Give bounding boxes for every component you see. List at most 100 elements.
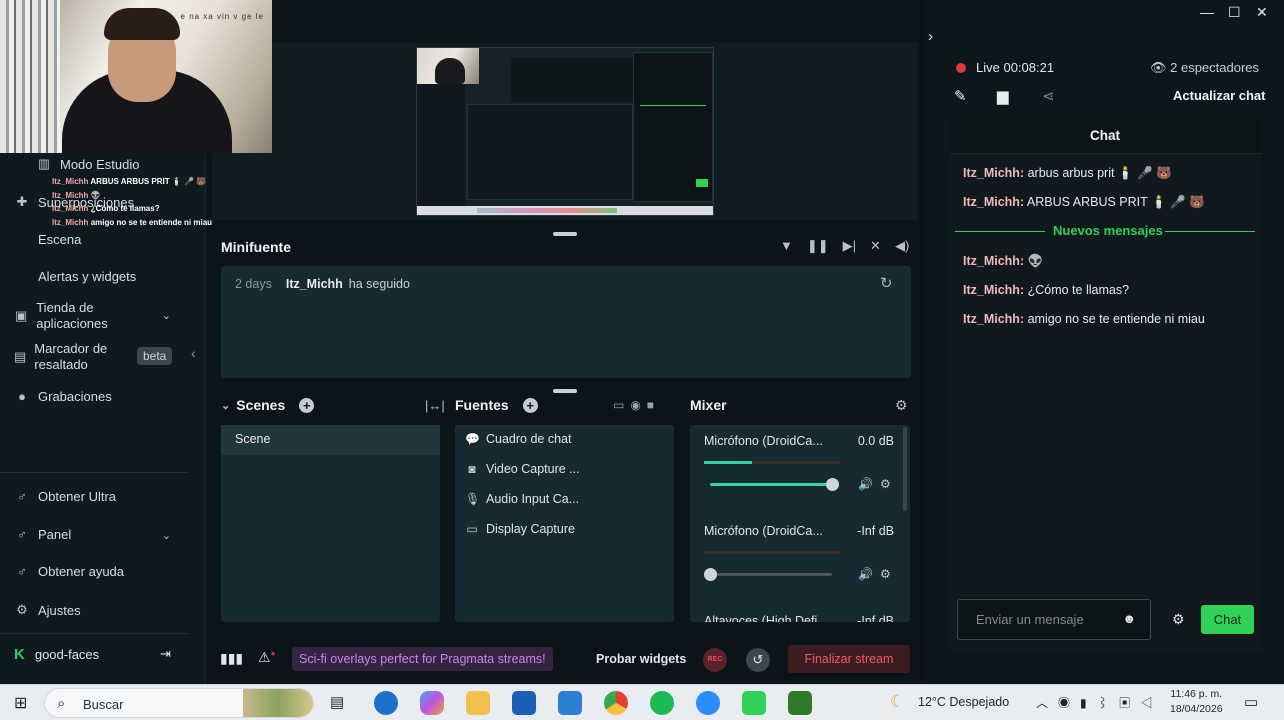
sidebar-item-get-ultra[interactable]: ♂ Obtener Ultra (14, 489, 116, 504)
sidebar-item-app-store[interactable]: ▣ Tienda de aplicaciones (14, 300, 154, 332)
store-icon[interactable] (512, 691, 536, 715)
kick-studio-icon[interactable] (742, 691, 766, 715)
scenes-header: ⌄ Scenes + (221, 397, 315, 413)
source-tools-icons[interactable]: ▭◉■ (613, 398, 660, 412)
weather-text[interactable]: 12°C Despejado (918, 695, 1009, 709)
sidebar-item-recordings[interactable]: ● Grabaciones (14, 389, 112, 404)
mixer-scrollbar[interactable] (903, 427, 907, 511)
overlay-chat-line: Itz_Michh 👽 (52, 190, 101, 200)
task-view-icon[interactable]: ▤ (330, 693, 344, 711)
activity-event[interactable]: 2 days Itz_Michh ha seguido (235, 277, 410, 291)
volume-icon[interactable]: ◀) (895, 238, 909, 254)
system-tray-icons[interactable]: ︿◉▮⌇▣◁ (1036, 694, 1163, 711)
gear-icon[interactable]: ⚙ (1172, 611, 1185, 628)
add-scene-icon[interactable]: + (299, 397, 315, 413)
chevron-down-icon[interactable]: ⌄ (162, 309, 171, 322)
source-item[interactable]: 🎙 Audio Input Ca... (465, 492, 579, 506)
event-action: ha seguido (348, 277, 410, 291)
chevron-down-icon[interactable]: ⌄ (162, 529, 171, 542)
chevron-down-icon[interactable]: ⌄ (221, 399, 230, 412)
stats-icon[interactable]: ▮▮▮ (220, 650, 243, 667)
source-item[interactable]: ▭ Display Capture (465, 522, 575, 536)
slider-knob[interactable] (704, 568, 717, 581)
volume-slider[interactable] (710, 478, 839, 491)
video-camera-icon[interactable]: ▆ (997, 87, 1009, 105)
logout-icon[interactable]: ⇥ (160, 646, 171, 662)
chat-message[interactable]: Itz_Michh: arbus arbus prit 🕯️ 🎤 🐻 (963, 166, 1172, 181)
close-icon[interactable]: ✕ (1256, 4, 1268, 21)
chat-panel: Chat Itz_Michh: arbus arbus prit 🕯️ 🎤 🐻 … (949, 120, 1261, 652)
add-source-icon[interactable]: + (522, 397, 538, 413)
help-icon: ♂ (17, 564, 27, 579)
scene-item[interactable]: Scene (221, 425, 440, 455)
sidebar-item-studio-mode[interactable]: ▥ Modo Estudio (36, 156, 140, 172)
copilot-icon[interactable] (420, 691, 444, 715)
mute-alerts-icon[interactable]: ✕ (870, 238, 881, 254)
sidebar-item-highlighter[interactable]: ▤ Marcador de resaltado (14, 341, 126, 373)
sidebar-item-scene[interactable]: Escena (38, 232, 81, 247)
chrome-icon[interactable] (604, 691, 628, 715)
source-item[interactable]: ◙ Video Capture ... (465, 462, 579, 476)
gear-icon[interactable]: ⚙ (880, 477, 891, 491)
event-time: 2 days (235, 277, 272, 291)
sidebar-item-help[interactable]: ♂ Obtener ayuda (14, 564, 124, 579)
test-widgets-button[interactable]: Probar widgets (596, 652, 686, 666)
edit-icon[interactable]: ✎ (954, 87, 967, 105)
end-stream-button[interactable]: Finalizar stream (788, 645, 910, 673)
taskbar-search[interactable]: ⌕ Buscar (44, 688, 314, 718)
chat-message[interactable]: Itz_Michh: amigo no se te entiende ni mi… (963, 312, 1205, 326)
minimize-icon[interactable]: — (1200, 4, 1214, 20)
maximize-icon[interactable]: ☐ (1228, 4, 1241, 21)
zoom-icon[interactable] (696, 691, 720, 715)
alert-icon[interactable]: ⚠● (258, 649, 275, 666)
resize-handle[interactable] (553, 389, 577, 393)
play-circle-icon: ● (18, 389, 26, 404)
chevron-right-icon[interactable]: › (928, 28, 933, 45)
record-button[interactable]: REC (703, 648, 727, 672)
source-label: Audio Input Ca... (486, 492, 580, 506)
volume-slider[interactable] (704, 568, 832, 581)
gear-icon[interactable]: ⚙ (880, 567, 891, 581)
promo-banner[interactable]: Sci-fi overlays perfect for Pragmata str… (292, 647, 553, 671)
gear-icon[interactable]: ⚙ (895, 397, 908, 414)
chat-input[interactable]: Enviar un mensaje ☻ (957, 599, 1151, 640)
pause-icon[interactable]: ❚❚ (807, 238, 829, 254)
skip-icon[interactable]: ▶| (843, 238, 856, 254)
chat-message[interactable]: Itz_Michh: ARBUS ARBUS PRIT 🕯️ 🎤 🐻 (963, 195, 1205, 210)
source-item[interactable]: 💬 Cuadro de chat (465, 432, 571, 446)
emoji-icon[interactable]: ☻ (1122, 611, 1136, 626)
curtain (0, 0, 60, 153)
sidebar-item-alerts-widgets[interactable]: Alertas y widgets (38, 269, 136, 284)
edge-icon[interactable] (374, 691, 398, 715)
refresh-icon[interactable]: ↻ (880, 274, 893, 292)
sidebar-item-settings[interactable]: ⚙ Ajustes (14, 602, 80, 618)
sidebar-item-panel[interactable]: ♂ Panel (14, 527, 71, 542)
replay-buffer-button[interactable]: ↺ (746, 648, 770, 672)
share-icon[interactable]: ⋖ (1042, 87, 1055, 105)
chat-message[interactable]: Itz_Michh: 👽 (963, 254, 1043, 269)
resize-handle[interactable] (553, 232, 577, 236)
stream-preview[interactable] (416, 47, 714, 216)
notifications-icon[interactable]: ▭ (1244, 693, 1258, 711)
chat-message[interactable]: Itz_Michh: ¿Cómo te llamas? (963, 283, 1129, 297)
send-chat-button[interactable]: Chat (1201, 605, 1254, 634)
account-row[interactable]: K good-faces ⇥ (0, 634, 188, 674)
windows-start-icon[interactable]: ⊞ (14, 693, 27, 713)
transition-icon[interactable]: |↔| (425, 398, 445, 413)
minecraft-icon[interactable] (788, 691, 812, 715)
overlay-chat-line: Itz_Michh ARBUS ARBUS PRIT 🕯️ 🎤 🐻 (52, 177, 207, 186)
taskbar-clock[interactable]: 11:46 p. m. 18/04/2026 (1170, 687, 1223, 717)
spotify-icon[interactable] (650, 691, 674, 715)
outlook-icon[interactable] (558, 691, 582, 715)
speaker-icon[interactable]: 🔊 (858, 477, 873, 491)
chat-bubble-icon: 💬 (465, 432, 480, 446)
refresh-chat-button[interactable]: Actualizar chat (1173, 88, 1265, 103)
collapse-sidebar-icon[interactable]: ‹ (191, 345, 196, 361)
highlight-icon: ▤ (14, 349, 27, 364)
file-explorer-icon[interactable] (466, 691, 490, 715)
slider-knob[interactable] (826, 478, 839, 491)
webcam-feed: e na xa vin v ge le (0, 0, 272, 153)
sidebar-item-label: Modo Estudio (60, 156, 140, 172)
speaker-icon[interactable]: 🔊 (858, 567, 873, 581)
filter-icon[interactable]: ▼ (780, 238, 793, 254)
